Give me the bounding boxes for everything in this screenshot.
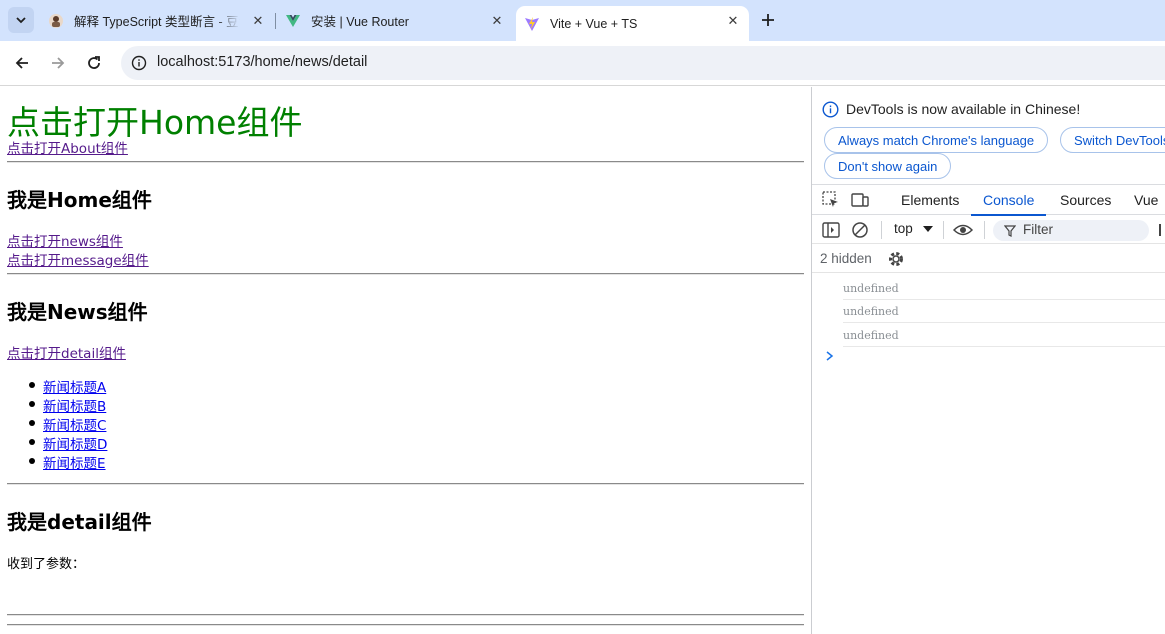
arrow-left-icon — [15, 57, 28, 69]
devtools-panel: DevTools is now available in Chinese! Al… — [811, 87, 1165, 634]
more-options-icon[interactable] — [1157, 220, 1165, 240]
list-item: 新闻标题B — [28, 395, 107, 415]
console-log-row: undefined — [843, 324, 1165, 347]
detail-heading: 我是detail组件 — [7, 510, 152, 534]
news-list: 新闻标题A 新闻标题B 新闻标题C 新闻标题D 新闻标题E — [28, 376, 107, 472]
news-item-link[interactable]: 新闻标题C — [43, 418, 106, 434]
device-toolbar-icon[interactable] — [850, 190, 870, 210]
vite-logo-icon — [525, 16, 539, 31]
message-link[interactable]: 点击打开message组件 — [7, 253, 149, 269]
back-button[interactable] — [10, 51, 34, 75]
close-icon[interactable]: ✕ — [489, 13, 505, 29]
news-item-link[interactable]: 新闻标题E — [43, 456, 106, 472]
message-link-wrap: 点击打开message组件 — [7, 249, 149, 269]
page-viewport: 点击打开Home组件 点击打开About组件 我是Home组件 点击打开news… — [0, 87, 811, 634]
new-tab-button[interactable] — [758, 10, 778, 30]
gear-icon[interactable] — [886, 249, 906, 269]
news-item-link[interactable]: 新闻标题A — [43, 380, 106, 396]
detail-link[interactable]: 点击打开detail组件 — [7, 346, 126, 362]
devtools-language-notice: DevTools is now available in Chinese! — [846, 101, 1081, 117]
about-link[interactable]: 点击打开About组件 — [7, 141, 128, 157]
address-bar[interactable]: localhost:5173/home/news/detail — [121, 46, 1165, 80]
news-item-link[interactable]: 新闻标题B — [43, 399, 106, 415]
list-item: 新闻标题D — [28, 433, 107, 453]
filter-icon — [1004, 225, 1016, 237]
tab-vite-vue-ts[interactable]: Vite + Vue + TS ✕ — [516, 6, 749, 41]
arrow-right-icon — [52, 57, 65, 69]
param-label: 收到了参数： — [7, 557, 86, 572]
tab-vue[interactable]: Vue — [1134, 185, 1158, 215]
hidden-messages-row: 2 hidden — [812, 245, 1165, 273]
forward-button[interactable] — [46, 51, 70, 75]
console-log-row: undefined — [843, 300, 1165, 323]
toolbar-separator — [984, 221, 985, 239]
eye-icon[interactable] — [953, 220, 973, 240]
clear-console-icon[interactable] — [850, 220, 870, 240]
dropdown-arrow-icon — [922, 226, 933, 232]
console-log-row: undefined — [843, 277, 1165, 300]
tab-vue-router[interactable]: 安装 | Vue Router ✕ — [277, 0, 513, 41]
doubao-avatar-icon — [49, 13, 63, 28]
plus-icon — [762, 14, 774, 26]
tab-sources[interactable]: Sources — [1060, 185, 1111, 215]
url-text[interactable]: localhost:5173/home/news/detail — [157, 54, 367, 70]
tab-title: Vite + Vue + TS — [550, 16, 638, 31]
close-icon[interactable]: ✕ — [725, 13, 741, 29]
detail-link-wrap: 点击打开detail组件 — [7, 342, 126, 362]
divider — [7, 624, 804, 626]
dont-show-again-button[interactable]: Don't show again — [824, 153, 952, 179]
context-selector[interactable]: top — [894, 221, 933, 236]
toolbar-separator — [943, 221, 944, 239]
tab-console[interactable]: Console — [970, 185, 1047, 216]
console-prompt-icon[interactable] — [824, 350, 836, 362]
reload-icon — [88, 56, 100, 69]
news-link-wrap: 点击打开news组件 — [7, 230, 123, 250]
console-filter-input[interactable]: Filter — [993, 220, 1149, 241]
filter-placeholder: Filter — [1023, 222, 1053, 237]
site-info-icon[interactable] — [131, 55, 147, 71]
toolbar-separator — [881, 221, 882, 239]
list-item: 新闻标题A — [28, 376, 107, 396]
news-link[interactable]: 点击打开news组件 — [7, 234, 123, 250]
tab-search-button[interactable] — [8, 7, 34, 33]
divider — [7, 483, 804, 485]
info-icon — [822, 101, 839, 118]
browser-toolbar: localhost:5173/home/news/detail — [0, 41, 1165, 86]
news-item-link[interactable]: 新闻标题D — [43, 437, 107, 453]
always-match-language-button[interactable]: Always match Chrome's language — [824, 127, 1049, 153]
chevron-down-icon — [16, 17, 26, 24]
divider — [7, 161, 804, 163]
context-value: top — [894, 221, 913, 236]
tab-title: 安装 | Vue Router — [311, 15, 409, 29]
sidebar-toggle-icon[interactable] — [821, 220, 841, 240]
vue-logo-icon — [286, 14, 300, 27]
reload-button[interactable] — [82, 51, 106, 75]
hidden-count: 2 hidden — [820, 251, 872, 266]
inspect-element-icon[interactable] — [821, 190, 841, 210]
divider — [7, 273, 804, 275]
news-heading: 我是News组件 — [7, 300, 148, 324]
about-link-wrap: 点击打开About组件 — [7, 137, 128, 157]
list-item: 新闻标题C — [28, 414, 107, 434]
divider — [7, 614, 804, 616]
list-item: 新闻标题E — [28, 452, 107, 472]
tab-title: 解释 TypeScript 类型断言 - 豆包 — [74, 15, 240, 29]
devtools-tab-bar: Elements Console Sources Vue — [812, 184, 1165, 216]
tab-strip: 解释 TypeScript 类型断言 - 豆包 ✕ 安装 | Vue Route… — [0, 0, 1165, 41]
home-heading: 我是Home组件 — [7, 188, 152, 212]
tab-divider — [275, 13, 276, 29]
tab-elements[interactable]: Elements — [901, 185, 959, 215]
switch-devtools-button[interactable]: Switch DevTools — [1060, 127, 1165, 153]
console-toolbar: top Filter — [812, 215, 1165, 244]
close-icon[interactable]: ✕ — [250, 13, 266, 29]
tab-doubao[interactable]: 解释 TypeScript 类型断言 - 豆包 ✕ — [40, 0, 274, 41]
